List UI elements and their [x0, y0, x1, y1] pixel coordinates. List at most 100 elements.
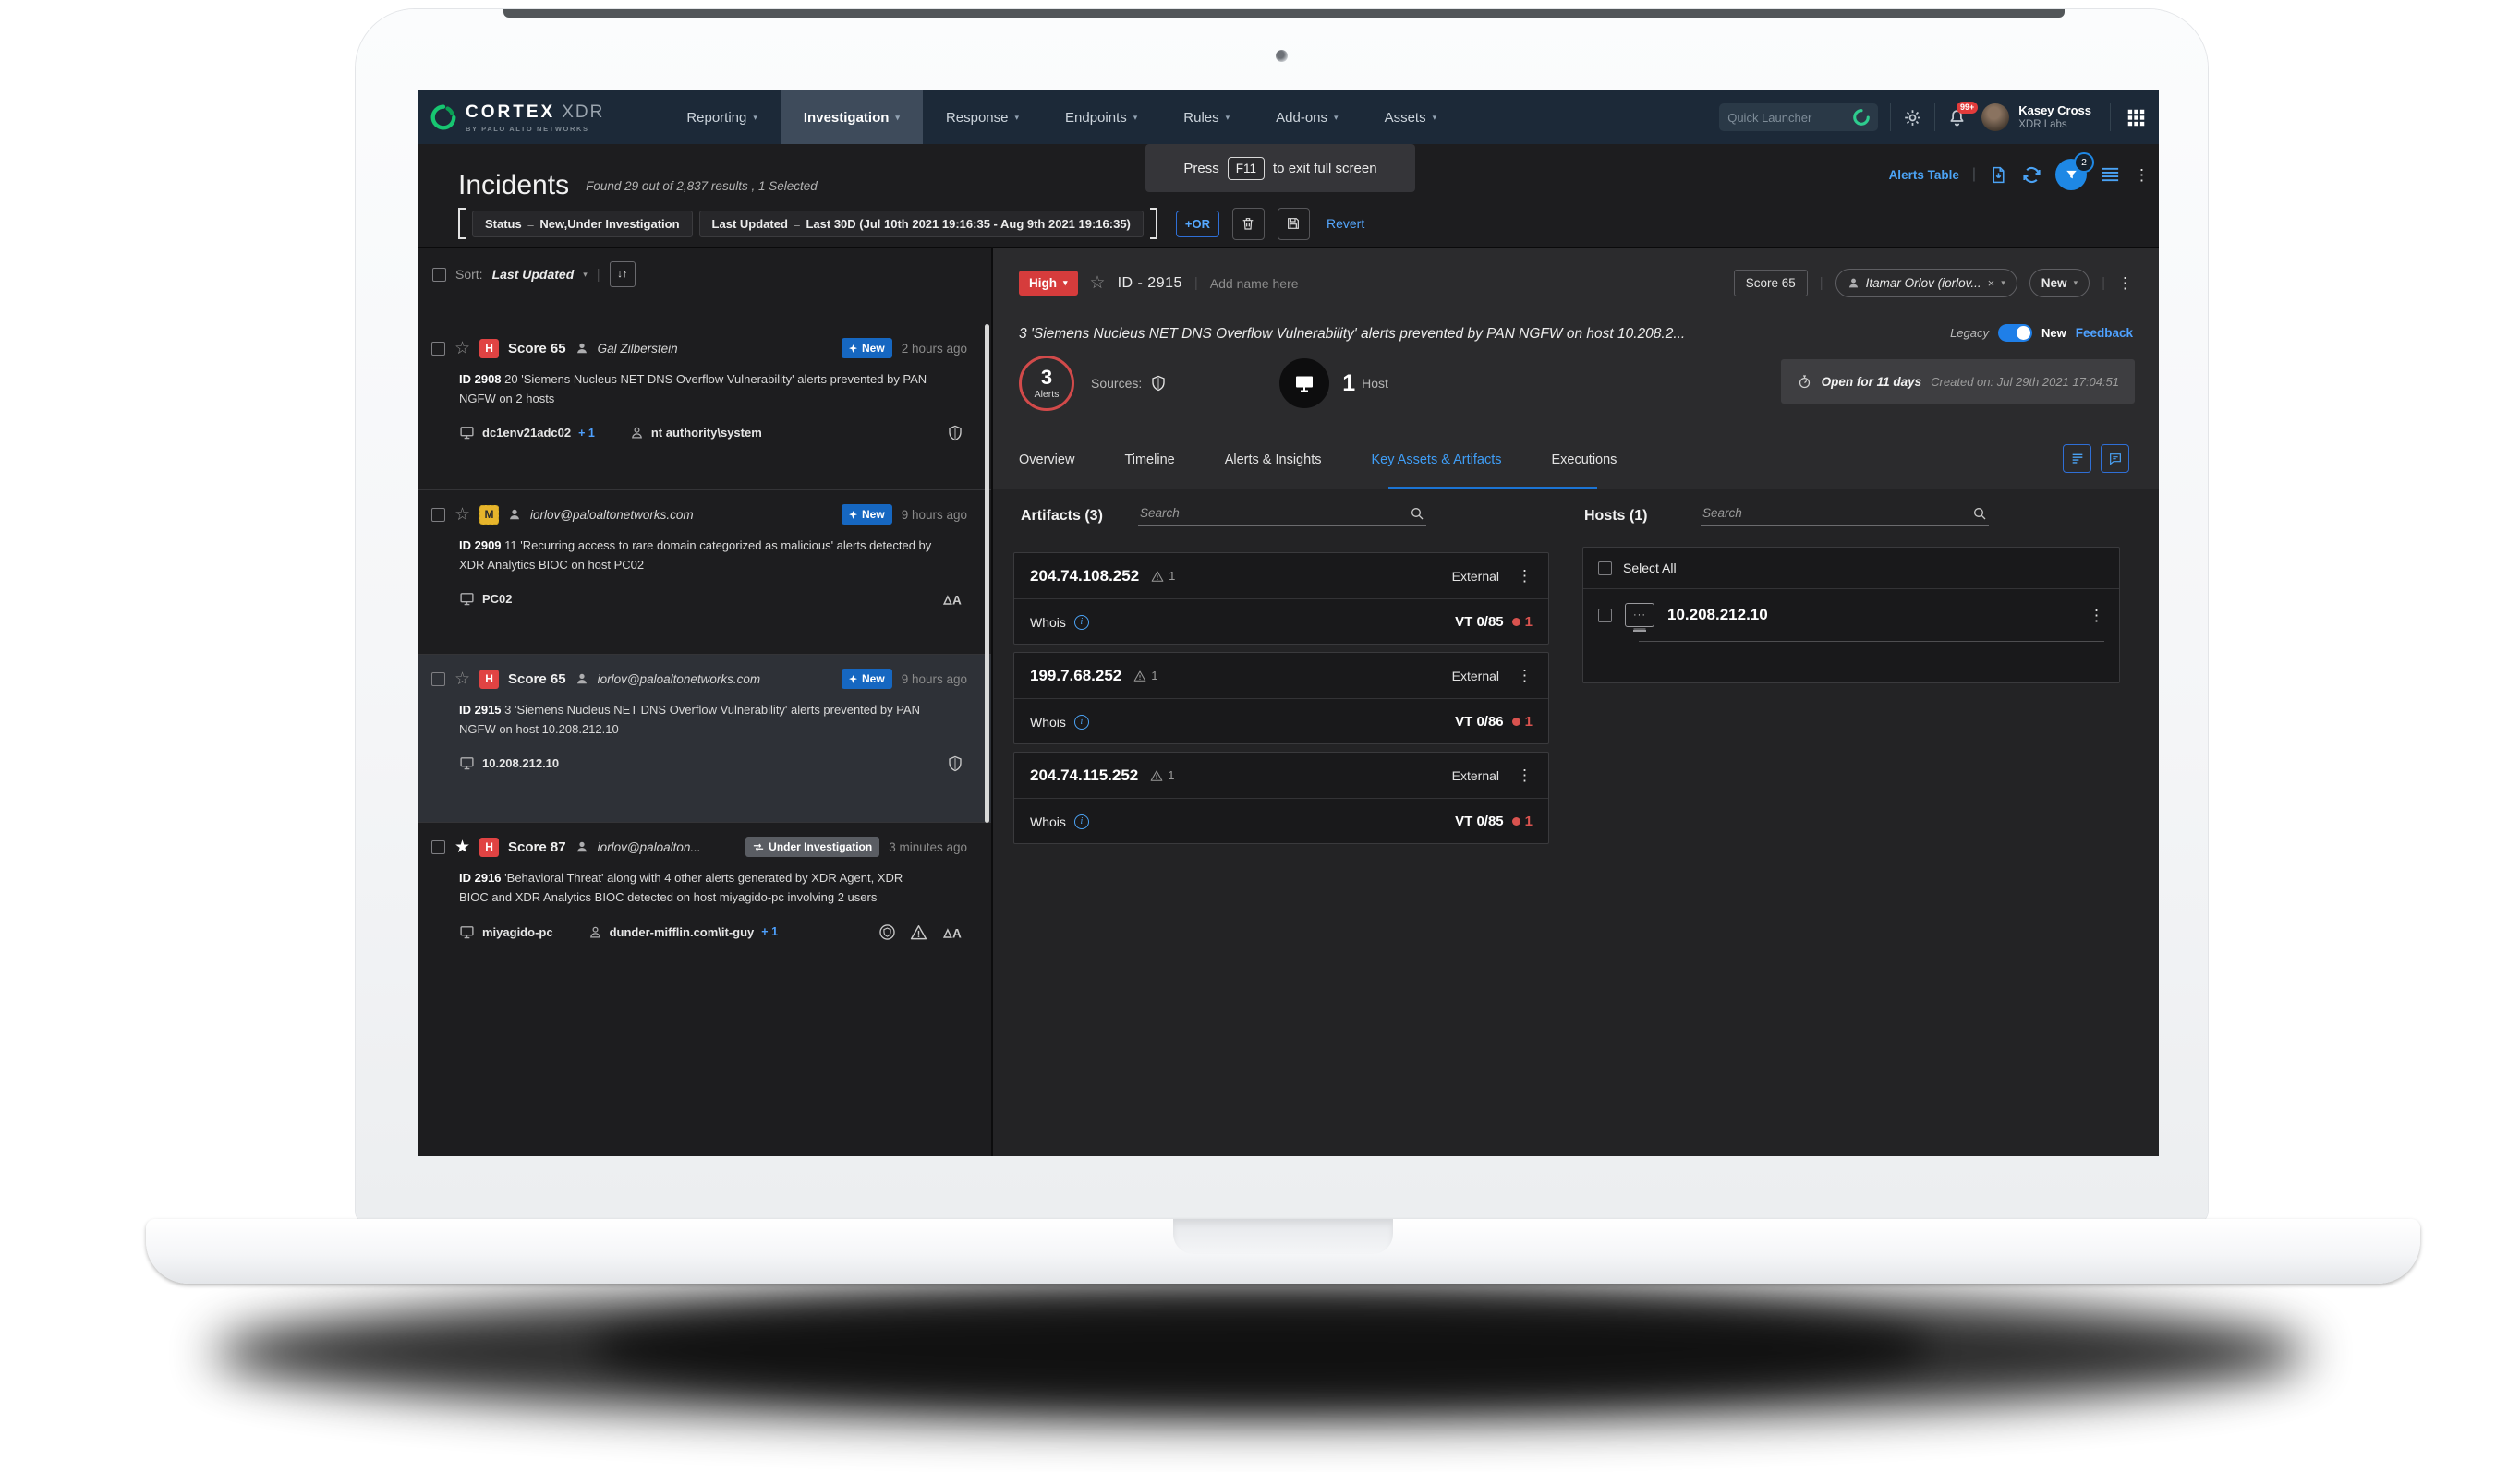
monitor-icon	[459, 425, 475, 440]
info-icon[interactable]: i	[1074, 615, 1089, 630]
artifact-card[interactable]: 204.74.115.252 1 External ⋮ Whois i VT 0…	[1013, 752, 1549, 844]
nav-item-reporting[interactable]: Reporting▾	[663, 90, 781, 144]
analytics-icon: A	[941, 591, 963, 607]
kebab-menu-icon[interactable]: ⋮	[2134, 167, 2150, 183]
chevron-down-icon[interactable]: ▾	[2001, 278, 2005, 288]
kebab-menu-icon[interactable]: ⋮	[2117, 275, 2133, 291]
host-extra-count[interactable]: + 1	[578, 427, 595, 440]
star-icon[interactable]: ☆	[454, 340, 470, 357]
incident-card-2908[interactable]: ☆ H Score 65 Gal Zilberstein New 2 hours…	[418, 324, 991, 490]
tab-overview[interactable]: Overview	[1019, 452, 1074, 467]
quick-launcher-icon	[1853, 109, 1870, 126]
filter-icon[interactable]: 2	[2055, 159, 2087, 190]
star-icon-filled[interactable]: ★	[454, 839, 470, 856]
whois-label[interactable]: Whois	[1030, 814, 1066, 829]
select-all-checkbox[interactable]	[1598, 561, 1612, 575]
legacy-new-toggle[interactable]	[1998, 324, 2032, 342]
incident-checkbox[interactable]	[431, 508, 445, 522]
queue-icon[interactable]	[2063, 444, 2091, 473]
user-icon	[1848, 277, 1860, 289]
severity-dropdown[interactable]: High▾	[1019, 271, 1078, 296]
tab-executions[interactable]: Executions	[1552, 452, 1617, 467]
nav-item-rules[interactable]: Rules▾	[1160, 90, 1253, 144]
header-actions: Alerts Table | 2 ⋮	[1889, 159, 2150, 190]
nav-item-assets[interactable]: Assets▾	[1362, 90, 1460, 144]
star-icon[interactable]: ☆	[454, 670, 470, 688]
select-all-checkbox[interactable]	[432, 268, 446, 282]
sort-value[interactable]: Last Updated	[492, 267, 575, 282]
filter-token-last-updated[interactable]: Last Updated=Last 30D (Jul 10th 2021 19:…	[699, 211, 1144, 237]
artifact-card[interactable]: 199.7.68.252 1 External ⋮ Whois i VT 0/8…	[1013, 652, 1549, 744]
add-or-filter-button[interactable]: +OR	[1176, 211, 1219, 237]
nav-item-response[interactable]: Response▾	[923, 90, 1042, 144]
gear-icon[interactable]	[1903, 108, 1922, 127]
info-icon[interactable]: i	[1074, 715, 1089, 730]
user-extra-count[interactable]: + 1	[761, 925, 778, 938]
incident-card-2915-selected[interactable]: ☆ H Score 65 iorlov@paloaltonetworks.com…	[418, 655, 991, 823]
info-icon[interactable]: i	[1074, 814, 1089, 829]
select-all-row: Select All	[1583, 548, 2119, 589]
quick-launcher-input[interactable]: Quick Launcher	[1719, 103, 1878, 131]
refresh-icon[interactable]	[2021, 164, 2042, 186]
star-icon[interactable]: ☆	[454, 506, 470, 524]
nav-item-investigation[interactable]: Investigation▾	[781, 90, 923, 144]
incident-card-2916[interactable]: ★ H Score 87 iorlov@paloalton... Under I…	[418, 823, 991, 998]
avatar[interactable]	[1981, 103, 2009, 131]
kebab-menu-icon[interactable]: ⋮	[2089, 608, 2104, 623]
star-icon[interactable]: ☆	[1090, 274, 1106, 292]
save-filter-button[interactable]	[1278, 208, 1310, 240]
tab-timeline[interactable]: Timeline	[1124, 452, 1174, 467]
incident-checkbox[interactable]	[431, 840, 445, 854]
incident-checkbox[interactable]	[431, 342, 445, 356]
user-icon	[588, 925, 602, 939]
bell-icon[interactable]: 99+	[1947, 108, 1967, 127]
filter-token-status[interactable]: Status=New,Under Investigation	[472, 211, 693, 237]
whois-label[interactable]: Whois	[1030, 715, 1066, 730]
alerts-table-link[interactable]: Alerts Table	[1889, 168, 1959, 182]
kebab-menu-icon[interactable]: ⋮	[1517, 568, 1533, 584]
chevron-down-icon: ▾	[1133, 113, 1138, 123]
user-info[interactable]: Kasey Cross XDR Labs	[2018, 103, 2091, 132]
table-view-icon[interactable]	[2100, 164, 2121, 186]
nav-divider	[1934, 103, 1935, 131]
incident-name-placeholder[interactable]: Add name here	[1210, 276, 1299, 291]
svg-text:A: A	[952, 593, 962, 607]
incident-assignee: iorlov@paloaltonetworks.com	[598, 672, 761, 686]
app-grid-icon[interactable]	[2126, 108, 2146, 127]
kebab-menu-icon[interactable]: ⋮	[1517, 668, 1533, 683]
laptop-camera	[1276, 50, 1288, 62]
chevron-down-icon[interactable]: ▾	[583, 270, 588, 280]
revert-link[interactable]: Revert	[1327, 216, 1364, 231]
host-checkbox[interactable]	[1598, 609, 1612, 622]
incident-card-2909[interactable]: ☆ M iorlov@paloaltonetworks.com New 9 ho…	[418, 490, 991, 655]
monitor-icon	[459, 591, 475, 607]
close-icon[interactable]: ×	[1988, 276, 1995, 290]
vt-score: VT 0/86	[1455, 714, 1504, 730]
incident-list-panel: Sort: Last Updated ▾ | ↓↑ ☆ H Score 65 G…	[418, 247, 991, 1156]
tab-alerts-insights[interactable]: Alerts & Insights	[1225, 452, 1322, 467]
tab-key-assets-artifacts[interactable]: Key Assets & Artifacts	[1371, 452, 1501, 467]
list-scrollbar[interactable]	[985, 324, 989, 823]
assignee-dropdown[interactable]: Itamar Orlov (iorlov... × ▾	[1835, 269, 2017, 297]
comment-icon[interactable]	[2101, 444, 2129, 473]
export-report-icon[interactable]	[1989, 165, 2008, 185]
nav-divider	[1890, 103, 1891, 131]
sync-arrows-icon	[753, 843, 764, 851]
artifact-card[interactable]: 204.74.108.252 1 External ⋮ Whois i VT 0…	[1013, 552, 1549, 645]
incident-checkbox[interactable]	[431, 672, 445, 686]
new-label: New	[2041, 326, 2066, 340]
nav-item-endpoints[interactable]: Endpoints▾	[1042, 90, 1160, 144]
sort-direction-icon[interactable]: ↓↑	[610, 261, 636, 287]
status-dropdown[interactable]: New▾	[2029, 269, 2090, 297]
laptop-notch	[1173, 1219, 1393, 1254]
hosts-search-input[interactable]	[1701, 502, 1989, 526]
status-badge-new: New	[842, 338, 892, 358]
kebab-menu-icon[interactable]: ⋮	[1517, 767, 1533, 783]
feedback-link[interactable]: Feedback	[2076, 326, 2133, 340]
nav-item-addons[interactable]: Add-ons▾	[1253, 90, 1361, 144]
user-icon	[508, 508, 521, 521]
artifacts-search-input[interactable]	[1138, 502, 1426, 526]
host-row[interactable]: ··· 10.208.212.10 ⋮	[1583, 589, 2119, 641]
delete-filter-button[interactable]	[1232, 208, 1265, 240]
whois-label[interactable]: Whois	[1030, 615, 1066, 630]
